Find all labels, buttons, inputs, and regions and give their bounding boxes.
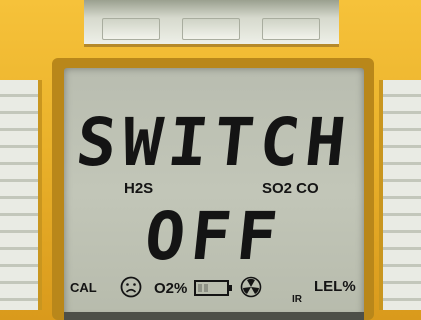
battery-icon [194, 280, 232, 296]
lel-indicator: LEL% [314, 278, 356, 295]
status-line-2: OFF [141, 198, 287, 275]
sensor-grille [84, 0, 339, 47]
cal-indicator: CAL [70, 280, 97, 295]
gas-detector-device: SWITCH H2S SO2 CO OFF CAL O2% IR LEL% [0, 0, 421, 320]
status-line-1: SWITCH [72, 104, 356, 181]
lcd-screen: SWITCH H2S SO2 CO OFF CAL O2% IR LEL% [64, 68, 364, 318]
so2-co-indicator: SO2 CO [262, 180, 319, 197]
left-side-grille [0, 80, 42, 310]
h2s-indicator: H2S [124, 180, 154, 197]
right-side-grille [379, 80, 421, 310]
o2-indicator: O2% [154, 280, 188, 297]
grille-slot [182, 18, 240, 40]
bottom-edge [64, 312, 364, 320]
ir-indicator: IR [292, 294, 302, 305]
fan-icon [240, 276, 262, 298]
grille-slot [102, 18, 160, 40]
grille-slot [262, 18, 320, 40]
sad-face-icon [120, 276, 142, 298]
